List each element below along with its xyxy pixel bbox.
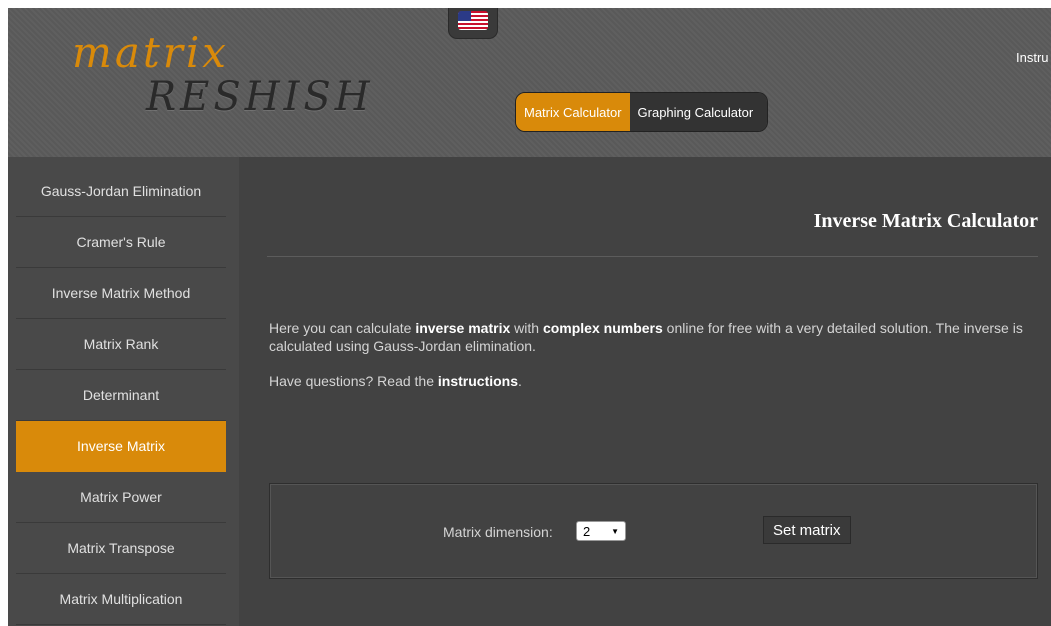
- graphing-calculator-tab[interactable]: Graphing Calculator: [629, 93, 768, 131]
- sidebar-nav: Gauss-Jordan Elimination Cramer's Rule I…: [16, 166, 226, 625]
- intro-bold-inverse-matrix: inverse matrix: [415, 320, 511, 336]
- instructions-nav-link[interactable]: Instru: [1016, 50, 1049, 65]
- dimension-select[interactable]: 2 ▼: [576, 521, 626, 541]
- sidebar-item-inverse-matrix[interactable]: Inverse Matrix: [16, 421, 226, 472]
- language-button[interactable]: [448, 8, 498, 39]
- title-divider: [267, 256, 1038, 257]
- sidebar-item-gauss-jordan[interactable]: Gauss-Jordan Elimination: [16, 166, 226, 217]
- logo-matrix[interactable]: matrix: [72, 28, 229, 77]
- matrix-calculator-tab[interactable]: Matrix Calculator: [516, 93, 630, 131]
- us-flag-icon: [458, 11, 488, 30]
- sidebar-item-determinant[interactable]: Determinant: [16, 370, 226, 421]
- page-title: Inverse Matrix Calculator: [813, 210, 1038, 232]
- questions-text: Have questions? Read the instructions.: [269, 373, 522, 389]
- sidebar-item-cramers-rule[interactable]: Cramer's Rule: [16, 217, 226, 268]
- logo-reshish[interactable]: RESHISH: [146, 74, 374, 120]
- main-content: Inverse Matrix Calculator Here you can c…: [239, 157, 1051, 626]
- sidebar-item-matrix-multiplication[interactable]: Matrix Multiplication: [16, 574, 226, 625]
- sidebar: Gauss-Jordan Elimination Cramer's Rule I…: [8, 157, 239, 626]
- instructions-link[interactable]: instructions: [438, 373, 518, 389]
- intro-text-part: Here you can calculate: [269, 320, 416, 336]
- sidebar-item-matrix-rank[interactable]: Matrix Rank: [16, 319, 226, 370]
- dimension-panel: Matrix dimension: 2 ▼ Set matrix: [269, 483, 1038, 579]
- intro-text-part: with: [510, 320, 543, 336]
- chevron-down-icon: ▼: [611, 526, 619, 536]
- site-header: matrix RESHISH Instru Matrix Calculator …: [8, 8, 1051, 157]
- intro-bold-complex-numbers: complex numbers: [542, 320, 663, 336]
- sidebar-item-matrix-transpose[interactable]: Matrix Transpose: [16, 523, 226, 574]
- questions-suffix: .: [518, 373, 522, 389]
- questions-prefix: Have questions? Read the: [269, 373, 438, 389]
- dimension-value: 2: [583, 523, 591, 539]
- dimension-label: Matrix dimension:: [443, 524, 553, 540]
- intro-text: Here you can calculate inverse matrix wi…: [269, 319, 1039, 355]
- sidebar-item-matrix-power[interactable]: Matrix Power: [16, 472, 226, 523]
- set-matrix-button[interactable]: Set matrix: [763, 516, 851, 544]
- sidebar-item-inverse-matrix-method[interactable]: Inverse Matrix Method: [16, 268, 226, 319]
- calculator-switch: Matrix Calculator Graphing Calculator: [515, 92, 769, 132]
